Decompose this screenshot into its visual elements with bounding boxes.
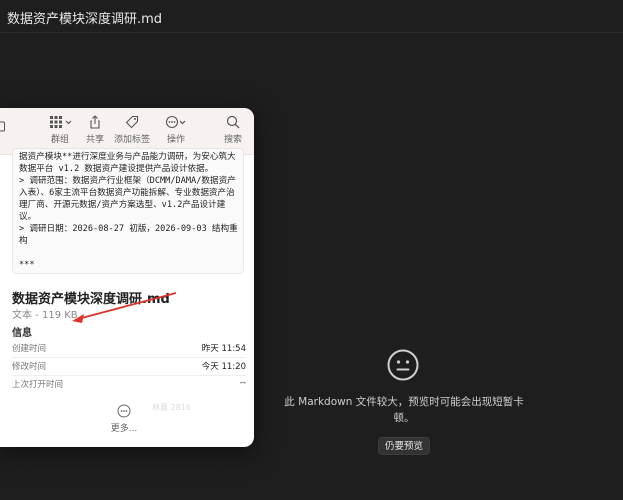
info-heading: 信息 (12, 328, 32, 339)
add-tag-button[interactable]: 添加标签 (110, 115, 154, 145)
opened-label: 上次打开时间 (12, 380, 64, 390)
more-circle-icon (165, 115, 186, 129)
preview-line: *** (19, 260, 35, 270)
created-label: 创建时间 (12, 344, 47, 354)
info-row-opened: 上次打开时间 -- (12, 376, 246, 394)
preview-line: > 调研日期：2026-08-27 初版，2026-09-03 结构重 (19, 224, 238, 234)
more-label: 更多... (110, 424, 138, 434)
action-label: 操作 (166, 135, 185, 145)
opened-value: -- (239, 378, 246, 388)
modified-label: 修改时间 (12, 362, 47, 372)
add-tag-label: 添加标签 (113, 135, 150, 145)
info-row-created: 创建时间 昨天 11:54 (12, 340, 246, 358)
sidebar-icon[interactable] (0, 118, 6, 137)
more-icon (117, 404, 131, 418)
group-label: 群组 (50, 135, 69, 145)
action-button[interactable]: 操作 (154, 115, 198, 145)
quick-look-panel: 群组 共享 添加标签 操作 搜索 据资产模块**进行深度业务与产品能力调研，为安… (0, 108, 254, 447)
search-label: 搜索 (223, 135, 242, 145)
title-bar: 数据资产模块深度调研.md (0, 0, 623, 33)
share-icon (90, 115, 100, 129)
file-meta: 文本 - 119 KB (12, 310, 78, 321)
large-file-message: 此 Markdown 文件较大，预览时可能会出现短暂卡顿。 (284, 396, 524, 424)
watermark: 林晨 2816 (152, 403, 191, 412)
preview-line: > 调研范围：数据资产行业框架（DCMM/DAMA/数据资产 (19, 176, 236, 186)
share-label: 共享 (85, 135, 104, 145)
more-button[interactable]: 更多... (104, 404, 144, 434)
info-row-modified: 修改时间 今天 11:20 (12, 358, 246, 376)
created-value: 昨天 11:54 (201, 344, 246, 354)
annotation-arrow (72, 292, 177, 323)
tag-icon (125, 115, 139, 129)
file-preview: 据资产模块**进行深度业务与产品能力调研，为安心筑大 数据平台 v1.2 数据资… (12, 148, 244, 274)
preview-line: 据资产模块**进行深度业务与产品能力调研，为安心筑大 (19, 152, 236, 162)
preview-anyway-button[interactable]: 仍要预览 (378, 437, 430, 455)
modified-value: 今天 11:20 (201, 362, 246, 372)
grid-icon (50, 116, 72, 128)
neutral-face-icon (387, 349, 419, 381)
window-title: 数据资产模块深度调研.md (7, 12, 163, 27)
preview-line: 构 (19, 236, 28, 246)
search-icon (226, 115, 240, 129)
preview-line: 议。 (19, 212, 37, 222)
preview-line: 理厂商、开源元数据/资产方案选型、v1.2产品设计建 (19, 200, 226, 210)
preview-line: 入表）、6家主流平台数据资产功能拆解、专业数据资产治 (19, 188, 235, 198)
preview-line: 数据平台 v1.2 数据资产建设提供产品设计依据。 (19, 164, 214, 174)
search-button[interactable]: 搜索 (211, 115, 254, 145)
